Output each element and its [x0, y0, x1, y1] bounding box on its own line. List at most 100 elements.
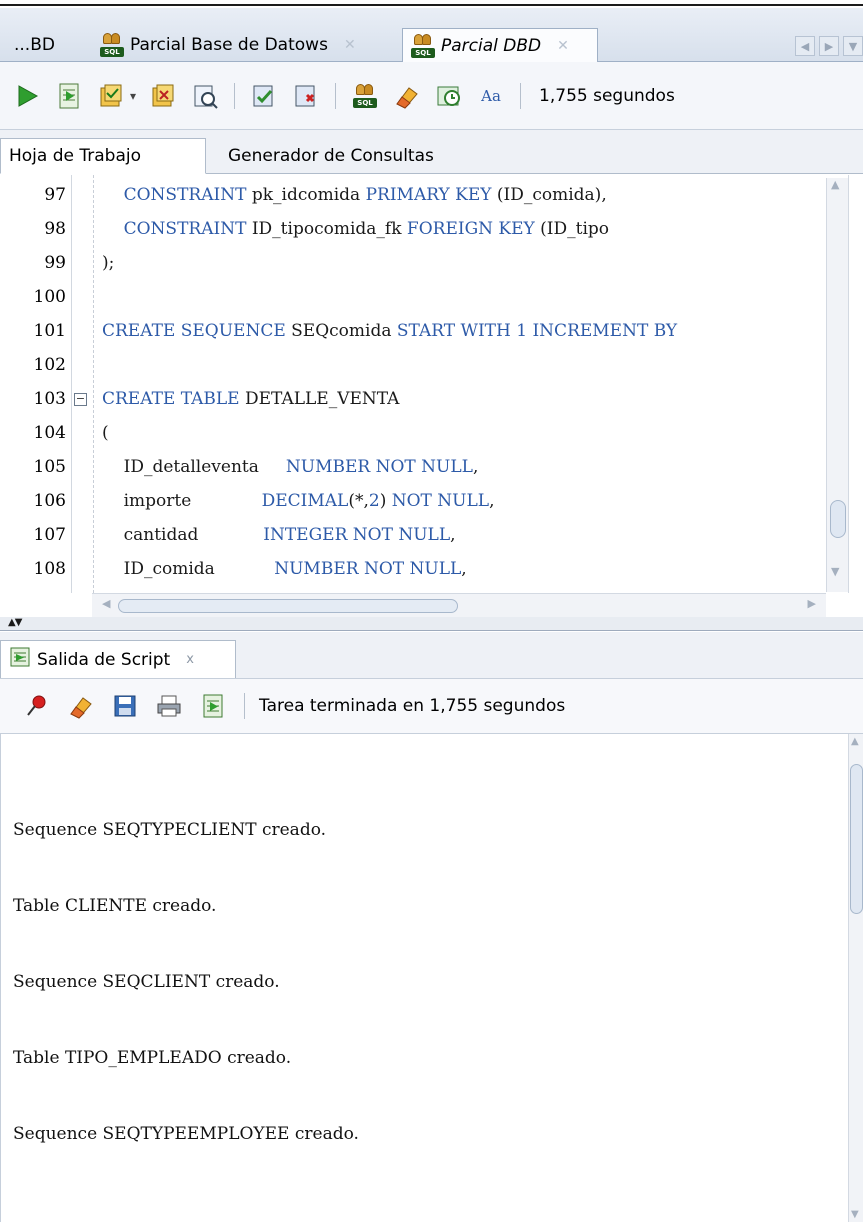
close-icon[interactable]: ✕ [557, 38, 569, 54]
editor-tab-parcial-base-de-datows[interactable]: SQL Parcial Base de Datows ✕ [92, 28, 364, 62]
code-line: 101 CREATE SEQUENCE SEQcomida START WITH… [0, 313, 848, 347]
code-line: 102 [0, 347, 848, 381]
editor-horizontal-scrollbar[interactable]: ◀ ▶ [92, 593, 826, 617]
code-text: ); [102, 253, 115, 273]
close-icon[interactable]: x [186, 652, 194, 667]
editor-vertical-scrollbar[interactable]: ▲ ▼ [826, 178, 848, 592]
code-text: cantidad INTEGER NOT NULL, [102, 525, 456, 545]
collapse-fold-icon[interactable]: − [74, 393, 87, 406]
output-toolbar: Tarea terminada en 1,755 segundos [0, 678, 863, 734]
output-line: Sequence SEQCLIENT creado. [13, 972, 280, 992]
sql-connection-icon: SQL [411, 34, 435, 58]
line-number: 107 [33, 525, 66, 545]
print-icon[interactable] [154, 691, 184, 721]
line-number: 99 [44, 253, 66, 273]
tab-scroll-left-icon[interactable]: ◀ [795, 36, 815, 56]
scroll-thumb[interactable] [850, 764, 863, 914]
scroll-left-icon[interactable]: ◀ [102, 597, 110, 610]
commit-icon[interactable] [96, 81, 126, 111]
panel-splitter[interactable]: ▲▼ [0, 617, 863, 631]
code-line: 103 − CREATE TABLE DETALLE_VENTA [0, 381, 848, 415]
window-top-border [0, 0, 863, 6]
code-line: 99 ); [0, 245, 848, 279]
output-line: Table TIPO_EMPLEADO creado. [13, 1048, 292, 1068]
output-tab-bar: Salida de Script x [0, 632, 863, 678]
execution-time: 1,755 segundos [539, 85, 675, 106]
sql-tuning-icon[interactable] [291, 81, 321, 111]
code-line: 100 [0, 279, 848, 313]
tab-navigation: ◀ ▶ ▼ [795, 36, 863, 56]
editor-tab-bd[interactable]: ...BD [6, 28, 63, 62]
tab-hoja-de-trabajo[interactable]: Hoja de Trabajo [0, 138, 206, 174]
line-number: 97 [44, 185, 66, 205]
code-line: 106 importe DECIMAL(*,2) NOT NULL, [0, 483, 848, 517]
code-line: 104 ( [0, 415, 848, 449]
scroll-down-icon[interactable]: ▼ [831, 565, 839, 578]
code-text: ID_comida NUMBER NOT NULL, [102, 559, 467, 579]
output-line: Sequence SEQTYPECLIENT creado. [13, 820, 327, 840]
tab-salida-de-script[interactable]: Salida de Script x [0, 640, 236, 678]
sql-code-editor[interactable]: 97 CONSTRAINT pk_idcomida PRIMARY KEY (I… [0, 175, 848, 593]
output-vertical-scrollbar[interactable]: ▲ ▼ [848, 734, 863, 1222]
tab-generador-de-consultas[interactable]: Generador de Consultas [220, 138, 442, 174]
scroll-thumb[interactable] [118, 599, 458, 613]
tab-scroll-right-icon[interactable]: ▶ [819, 36, 839, 56]
run-statement-icon[interactable] [12, 81, 42, 111]
script-output-area[interactable]: Sequence SEQTYPECLIENT creado. Table CLI… [0, 734, 848, 1222]
scroll-thumb[interactable] [830, 500, 846, 538]
clear-eraser-icon[interactable] [392, 81, 422, 111]
dropdown-arrow-icon[interactable]: ▾ [130, 89, 136, 103]
editor-tab-bar: ...BD SQL Parcial Base de Datows ✕ SQL P… [0, 8, 863, 63]
editor-tab-parcial-dbd[interactable]: SQL Parcial DBD ✕ [402, 28, 598, 63]
worksheet-tabs: Hoja de Trabajo Generador de Consultas [0, 130, 863, 174]
format-case-icon[interactable]: Aa [476, 81, 506, 111]
code-text: CREATE SEQUENCE SEQcomida START WITH 1 I… [102, 321, 678, 341]
save-icon[interactable] [110, 691, 140, 721]
code-text: importe DECIMAL(*,2) NOT NULL, [102, 491, 495, 511]
code-line: 97 CONSTRAINT pk_idcomida PRIMARY KEY (I… [0, 177, 848, 211]
pin-icon[interactable] [22, 691, 52, 721]
sql-connection-icon: SQL [100, 33, 124, 57]
close-icon[interactable]: ✕ [344, 37, 356, 53]
code-line: 98 CONSTRAINT ID_tipocomida_fk FOREIGN K… [0, 211, 848, 245]
autotrace-icon[interactable] [249, 81, 279, 111]
line-number: 98 [44, 219, 66, 239]
rollback-icon[interactable] [148, 81, 178, 111]
code-line: 107 cantidad INTEGER NOT NULL, [0, 517, 848, 551]
scroll-up-icon[interactable]: ▲ [851, 736, 859, 747]
code-line: 108 ID_comida NUMBER NOT NULL, [0, 551, 848, 585]
tab-list-icon[interactable]: ▼ [843, 36, 863, 56]
tab-label: Parcial DBD [441, 36, 542, 56]
line-number: 100 [33, 287, 66, 307]
toolbar-separator [335, 82, 337, 109]
code-line: 105 ID_detalleventa NUMBER NOT NULL, [0, 449, 848, 483]
sql-history-icon[interactable]: SQL [350, 81, 380, 111]
explain-plan-icon[interactable] [190, 81, 220, 111]
editor-right-margin [848, 175, 863, 593]
tab-label: ...BD [14, 35, 55, 55]
line-number: 101 [33, 321, 66, 341]
code-text: ( [102, 423, 109, 443]
tab-label: Salida de Script [37, 649, 171, 670]
sql-history-clock-icon[interactable] [434, 81, 464, 111]
code-text: CONSTRAINT ID_tipocomida_fk FOREIGN KEY … [102, 219, 610, 239]
tab-label: Parcial Base de Datows [130, 35, 328, 55]
line-number: 103 [33, 389, 66, 409]
scroll-right-icon[interactable]: ▶ [808, 597, 816, 610]
line-number: 106 [33, 491, 66, 511]
output-line: Table CLIENTE creado. [13, 896, 217, 916]
script-output-icon [9, 646, 31, 673]
line-number: 102 [33, 355, 66, 375]
toolbar-separator [234, 82, 236, 109]
run-script-icon[interactable] [54, 81, 84, 111]
code-text: ID_detalleventa NUMBER NOT NULL, [102, 457, 479, 477]
worksheet-toolbar: ▾ SQL Aa 1,755 segundos [0, 62, 863, 130]
toolbar-separator [244, 693, 245, 719]
scroll-up-icon[interactable]: ▲ [831, 178, 839, 191]
toolbar-separator [520, 82, 522, 109]
splitter-arrows-icon[interactable]: ▲▼ [8, 617, 22, 628]
line-number: 108 [33, 559, 66, 579]
run-script-icon[interactable] [198, 691, 228, 721]
scroll-down-icon[interactable]: ▼ [851, 1209, 859, 1220]
clear-eraser-icon[interactable] [66, 691, 96, 721]
